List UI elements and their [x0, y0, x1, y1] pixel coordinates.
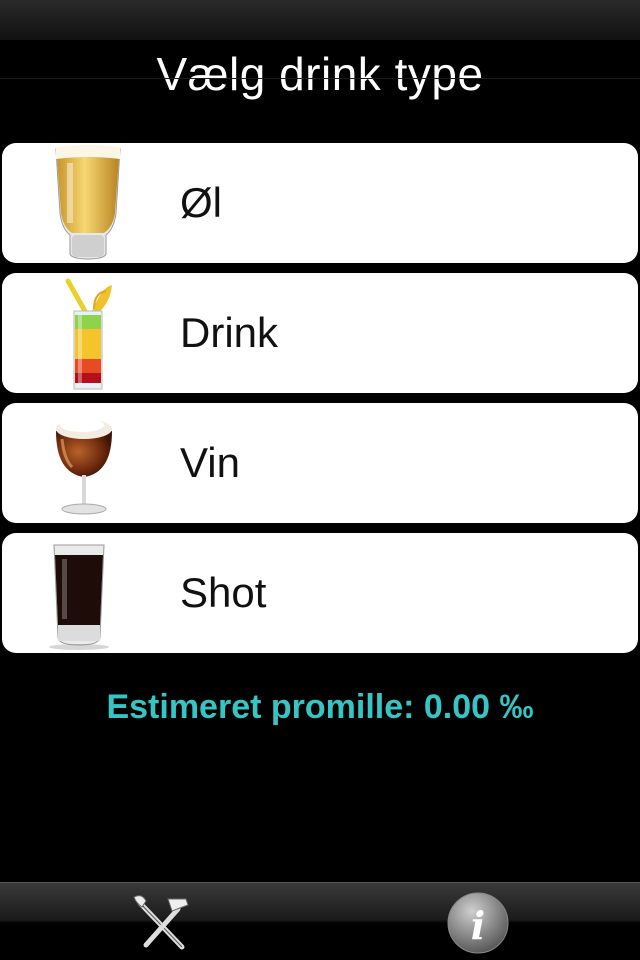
menu-item-beer[interactable]: Øl: [2, 143, 638, 263]
menu-item-label: Shot: [180, 569, 267, 616]
tab-bar: i: [0, 882, 640, 960]
estimated-promille-text: Estimeret promille: 0.00 ‰: [106, 688, 534, 726]
drink-type-list: Øl Drink Vin Shot: [2, 143, 638, 663]
menu-item-shot[interactable]: Shot: [2, 533, 638, 653]
menu-item-label: Drink: [180, 309, 279, 356]
menu-item-drink[interactable]: Drink: [2, 273, 638, 393]
cocktail-glass-icon: [32, 273, 152, 393]
tools-icon[interactable]: [122, 889, 202, 955]
menu-item-wine[interactable]: Vin: [2, 403, 638, 523]
info-icon[interactable]: i: [438, 889, 518, 955]
title-divider: [0, 78, 640, 79]
menu-item-label: Øl: [180, 179, 222, 226]
beer-glass-icon: [32, 143, 152, 263]
wine-glass-icon: [32, 403, 152, 523]
shot-glass-icon: [32, 533, 152, 653]
page-title: Vælg drink type: [156, 48, 484, 100]
menu-item-label: Vin: [180, 439, 240, 486]
status-bar: [0, 0, 640, 40]
svg-text:i: i: [471, 903, 485, 948]
